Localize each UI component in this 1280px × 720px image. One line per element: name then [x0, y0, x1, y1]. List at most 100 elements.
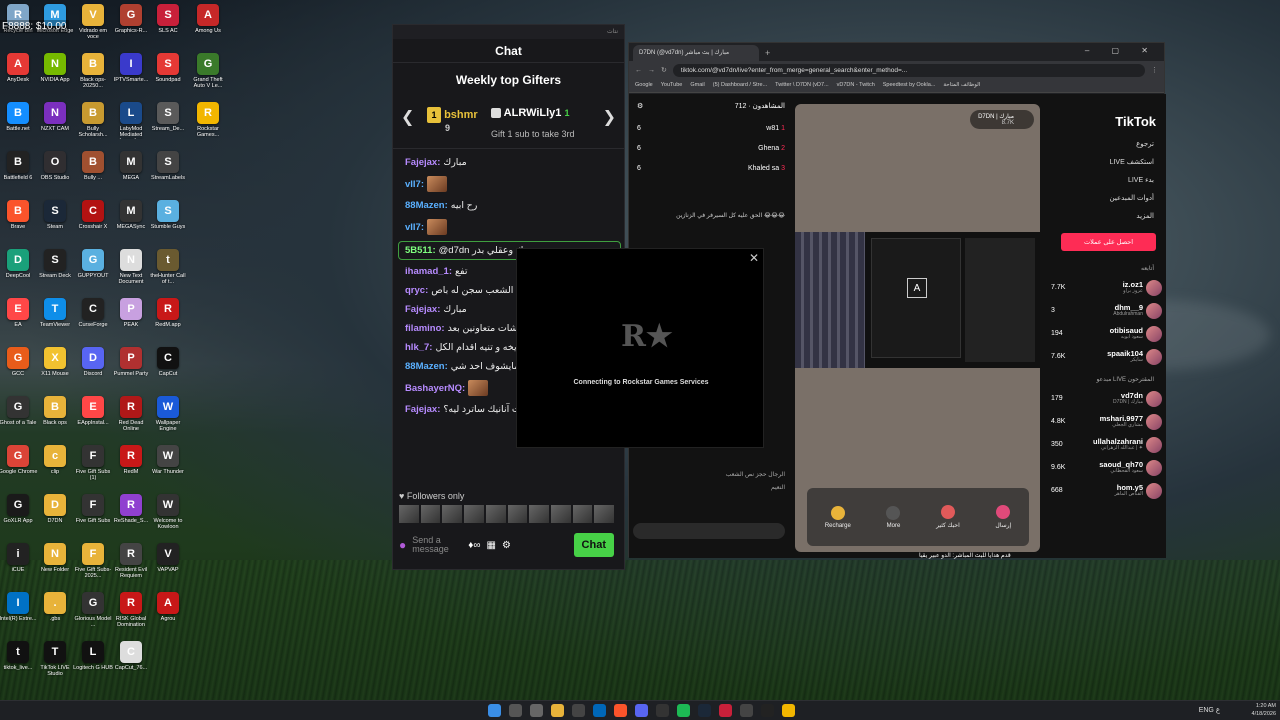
discord-icon[interactable]	[635, 704, 648, 717]
desktop-icon[interactable]: c clip	[37, 445, 73, 493]
creator-row[interactable]: 194 otibisaud سعود ابوبه	[1047, 322, 1166, 345]
gift-item[interactable]: Recharge	[825, 505, 851, 529]
chat-send-button[interactable]: Chat	[573, 533, 614, 557]
desktop-icon[interactable]: D Discord	[75, 347, 111, 395]
app-icon[interactable]	[719, 704, 732, 717]
bookmark-item[interactable]: (5) Dashboard / Stre...	[713, 82, 767, 89]
url-field[interactable]: tiktok.com/@vd7dn/live?enter_from_merge=…	[672, 63, 1145, 77]
desktop-icon[interactable]: G Ghost of a Tale	[0, 396, 36, 444]
viewer-row[interactable]: 6 Ghena 2	[633, 138, 789, 158]
desktop-icon[interactable]: N NZXT CAM	[37, 102, 73, 150]
desktop-icon[interactable]: W War Thunder	[150, 445, 186, 493]
desktop-icon[interactable]: S Stream Deck	[37, 249, 73, 297]
desktop-icon[interactable]: E EA	[0, 298, 36, 346]
chat-username[interactable]: 88Mazen:	[405, 361, 448, 372]
sidebar-nav-item[interactable]: ترجوع	[1047, 135, 1166, 153]
creator-row[interactable]: 668 hom.y5 القناص الماهر	[1047, 479, 1166, 502]
file-explorer-icon[interactable]	[551, 704, 564, 717]
app-icon[interactable]	[656, 704, 669, 717]
extensions-icon[interactable]: ⋮	[1151, 66, 1158, 74]
bookmark-item[interactable]: YouTube	[661, 82, 683, 89]
mic-icon[interactable]: ●	[399, 538, 406, 552]
desktop-icon[interactable]: G GoXLR App	[0, 494, 36, 542]
rockstar-icon[interactable]	[782, 704, 795, 717]
desktop-icon[interactable]: V VAPVAP	[150, 543, 186, 591]
browser-tab[interactable]: D7DN (@vd7dn) مبارك | بث مباشر	[633, 45, 759, 61]
desktop-icon[interactable]: S SLS AC	[150, 4, 186, 52]
desktop-icon[interactable]: R Red Dead Online	[113, 396, 149, 444]
app-icon[interactable]	[572, 704, 585, 717]
desktop-icon[interactable]: R ReShade_S...	[113, 494, 149, 542]
desktop-icon[interactable]: B Battlefield 6	[0, 151, 36, 199]
desktop-icon[interactable]: C CapCut	[150, 347, 186, 395]
bookmark-item[interactable]: Twitter \ D7DN (vD7...	[775, 82, 828, 89]
store-icon[interactable]: ▦	[486, 540, 495, 551]
desktop-icon[interactable]: P Pummel Party	[113, 347, 149, 395]
desktop-icon[interactable]: D D7DN	[37, 494, 73, 542]
creator-row[interactable]: 9.6K saoud_qh70 سعود القحطاني	[1047, 456, 1166, 479]
desktop-icon[interactable]: G Glorious Model ...	[75, 592, 112, 640]
chat-username[interactable]: 5B511:	[405, 245, 436, 256]
search-icon[interactable]	[509, 704, 522, 717]
chat-username[interactable]: qryc:	[405, 285, 428, 296]
desktop-icon[interactable]: V Vidrado em voce	[75, 4, 111, 52]
desktop-icon[interactable]: F Five Gift Subs (1)	[75, 445, 111, 493]
desktop-icon[interactable]: S StreamLabels	[150, 151, 186, 199]
desktop-icon[interactable]: X X11 Mouse	[37, 347, 73, 395]
desktop-icon[interactable]: C Crosshair X	[75, 200, 111, 248]
desktop-icon[interactable]: S Steam	[37, 200, 73, 248]
desktop-icon[interactable]: O OBS Studio	[37, 151, 73, 199]
desktop-icon[interactable]: T TeamViewer	[37, 298, 73, 346]
gear-icon[interactable]: ⚙	[502, 540, 511, 551]
chat-username[interactable]: vII7:	[405, 179, 424, 190]
creator-row[interactable]: 3 dhm__9 Abdulrahman	[1047, 299, 1166, 322]
desktop-icon[interactable]: R RedM	[113, 445, 149, 493]
desktop-icon[interactable]: P PEAK	[113, 298, 149, 346]
desktop-icon[interactable]: N NVIDIA App	[37, 53, 73, 101]
desktop-icon[interactable]: G Graphics-R...	[113, 4, 149, 52]
viewer-row[interactable]: 6 Khaled sa 3	[633, 158, 789, 178]
desktop-icon[interactable]: A Among Us	[190, 4, 226, 52]
forward-icon[interactable]: →	[648, 67, 655, 74]
bookmark-item[interactable]: الوظائف المتاحة	[943, 82, 980, 89]
comment-input[interactable]	[633, 523, 785, 539]
language-indicator[interactable]: ENG ع	[1199, 706, 1220, 714]
desktop-icon[interactable]: F Five Gift Subs	[75, 494, 111, 542]
tiktok-logo[interactable]: TikTok	[1047, 94, 1166, 135]
bits-icon[interactable]: ♦∞	[468, 540, 480, 551]
creator-row[interactable]: 7.6K spaaik104 سايكر	[1047, 345, 1166, 368]
desktop-icon[interactable]: B Black ops-20250...	[75, 53, 111, 101]
creator-row[interactable]: 350 ullahalzahrani عبدالله الزهراني | ✦	[1047, 433, 1166, 456]
app-icon[interactable]	[740, 704, 753, 717]
brave-icon[interactable]	[614, 704, 627, 717]
window-controls[interactable]: – ▢ ✕	[1085, 46, 1158, 55]
chat-username[interactable]: Fajejax:	[405, 157, 440, 168]
chat-username[interactable]: Fajejax:	[405, 304, 440, 315]
creator-row[interactable]: 4.8K mshari.9977 مشاري الجعلي	[1047, 410, 1166, 433]
desktop-icon[interactable]: S Stumble Guys	[150, 200, 186, 248]
bookmark-item[interactable]: Speedtest by Ookla...	[883, 82, 936, 89]
desktop-icon[interactable]: . .gbs	[37, 592, 73, 640]
chat-username[interactable]: BashayerNQ:	[405, 383, 465, 394]
desktop-icon[interactable]: B Brave	[0, 200, 36, 248]
sidebar-nav-item[interactable]: أدوات المبدعين	[1047, 189, 1166, 207]
bookmark-item[interactable]: vD7DN - Twitch	[837, 82, 875, 89]
chat-username[interactable]: filamino:	[405, 323, 445, 334]
desktop-icon[interactable]: N New Folder	[37, 543, 73, 591]
chat-username[interactable]: hlk_7:	[405, 342, 432, 353]
gift-item[interactable]: احبك كثير	[936, 505, 960, 529]
gift-item[interactable]: إرسال	[995, 505, 1011, 529]
desktop-icon[interactable]: R RedM.app	[150, 298, 186, 346]
desktop-icon[interactable]: B Black ops	[37, 396, 73, 444]
desktop-icon[interactable]: W Welcome to Kowloon	[150, 494, 186, 542]
desktop-icon[interactable]: I Intel(R) Extre...	[0, 592, 36, 640]
desktop-icon[interactable]: C CapCut_76...	[113, 641, 149, 689]
desktop-icon[interactable]: M MEGASync	[113, 200, 149, 248]
desktop-icon[interactable]: M MEGA	[113, 151, 149, 199]
desktop-icon[interactable]: S Stream_De...	[150, 102, 186, 150]
gift-item[interactable]: More	[886, 505, 901, 529]
back-icon[interactable]: ←	[635, 67, 642, 74]
desktop-icon[interactable]: G Google Chrome	[0, 445, 37, 493]
app-icon[interactable]	[593, 704, 606, 717]
desktop-icon[interactable]: B Bully ...	[75, 151, 111, 199]
